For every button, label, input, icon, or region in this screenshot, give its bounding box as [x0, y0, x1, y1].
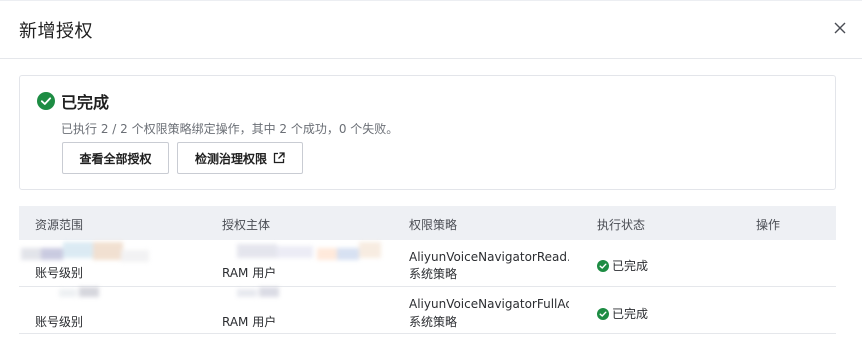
execution-status-label: 已完成: [612, 307, 649, 321]
column-header-status: 执行状态: [597, 218, 646, 232]
policy-type: 系统策略: [409, 267, 458, 281]
principal-cell: RAM 用户: [222, 315, 277, 329]
dialog-title: 新增授权: [19, 21, 93, 42]
scope-cell: 账号级别: [35, 266, 84, 280]
check-circle-icon: [597, 259, 609, 272]
check-governance-permissions-button[interactable]: 检测治理权限: [177, 142, 303, 174]
column-header-scope: 资源范围: [35, 218, 84, 232]
view-all-authorizations-button[interactable]: 查看全部授权: [62, 142, 169, 174]
column-header-actions: 操作: [756, 218, 781, 232]
result-status-label: 已完成: [61, 93, 110, 112]
redacted-scope-id: [59, 287, 119, 299]
check-governance-permissions-label: 检测治理权限: [194, 151, 267, 166]
authorization-table: 资源范围 授权主体 权限策略 执行状态 操作 账号级别 RAM 用户 Aliyu…: [19, 206, 836, 334]
execution-status: 已完成: [597, 257, 648, 274]
check-circle-icon: [597, 307, 609, 320]
execution-status-label: 已完成: [612, 259, 649, 273]
check-circle-icon: [37, 92, 55, 110]
redacted-principal-name: [237, 242, 385, 264]
redacted-scope-id: [21, 242, 151, 264]
scope-cell: 账号级别: [35, 315, 84, 329]
table-header: 资源范围 授权主体 权限策略 执行状态 操作: [19, 206, 836, 240]
dialog-header: 新增授权: [0, 1, 862, 59]
policy-type: 系统策略: [409, 315, 458, 329]
redacted-principal-name: [237, 287, 297, 299]
principal-cell: RAM 用户: [222, 266, 277, 280]
add-authorization-dialog: 新增授权 已完成 已执行 2 / 2 个权限策略绑定操作，其中 2 个成功，0 …: [0, 0, 862, 363]
column-header-principal: 授权主体: [222, 218, 271, 232]
policy-name-link[interactable]: AliyunVoiceNavigatorRead...: [409, 250, 569, 264]
result-status: 已完成: [37, 90, 109, 112]
policy-name-link[interactable]: AliyunVoiceNavigatorFullAc...: [409, 297, 569, 311]
result-summary: 已执行 2 / 2 个权限策略绑定操作，其中 2 个成功，0 个失败。: [61, 122, 399, 136]
external-link-icon: [273, 152, 285, 164]
table-row: 账号级别 RAM 用户 AliyunVoiceNavigatorRead... …: [19, 240, 836, 287]
table-row: 账号级别 RAM 用户 AliyunVoiceNavigatorFullAc..…: [19, 287, 836, 334]
result-panel: 已完成 已执行 2 / 2 个权限策略绑定操作，其中 2 个成功，0 个失败。 …: [19, 75, 836, 190]
close-icon[interactable]: [828, 16, 852, 40]
column-header-policy: 权限策略: [409, 218, 458, 232]
view-all-authorizations-label: 查看全部授权: [79, 151, 152, 166]
execution-status: 已完成: [597, 305, 648, 322]
